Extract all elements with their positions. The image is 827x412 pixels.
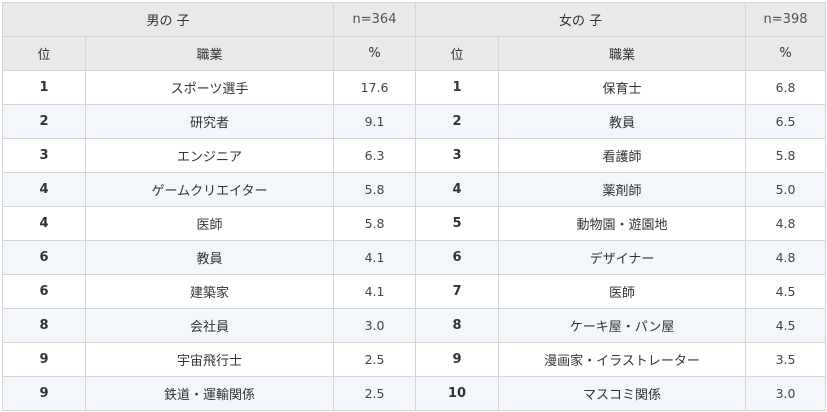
table-row: 8 会社員 3.0 8 ケーキ屋・パン屋 4.5 — [2, 308, 827, 343]
girls-job-cell: 動物園・遊園地 — [498, 206, 747, 241]
girls-rank-cell: 4 — [415, 172, 500, 207]
girls-pct-cell: 4.5 — [745, 274, 827, 309]
table-row: 6 建築家 4.1 7 医師 4.5 — [2, 274, 827, 309]
boys-pct-cell: 5.8 — [333, 172, 417, 207]
boys-job-header: 職業 — [84, 36, 335, 71]
boys-rank-cell: 8 — [2, 308, 86, 343]
boys-pct-cell: 5.8 — [333, 206, 417, 241]
boys-rank-cell: 9 — [2, 376, 86, 411]
boys-job-cell: スポーツ選手 — [84, 70, 335, 105]
table-row: 3 エンジニア 6.3 3 看護師 5.8 — [2, 138, 827, 173]
boys-pct-cell: 4.1 — [333, 240, 417, 275]
table-row: 2 研究者 9.1 2 教員 6.5 — [2, 104, 827, 139]
group-header-row: 男の 子 n=364 女の 子 n=398 — [1, 2, 827, 37]
girls-job-cell: 保育士 — [498, 70, 747, 105]
girls-job-cell: ケーキ屋・パン屋 — [498, 308, 747, 343]
girls-rank-cell: 6 — [415, 240, 500, 275]
ranking-table: 男の 子 n=364 女の 子 n=398 位 職業 % 位 職業 % 1 スポー… — [1, 2, 827, 411]
girls-sample-size: n=398 — [745, 2, 827, 37]
boys-rank-cell: 2 — [2, 104, 86, 139]
girls-job-cell: 看護師 — [498, 138, 747, 173]
girls-job-cell: 教員 — [498, 104, 747, 139]
table-row: 1 スポーツ選手 17.6 1 保育士 6.8 — [2, 70, 827, 105]
girls-rank-cell: 8 — [415, 308, 500, 343]
girls-rank-cell: 7 — [415, 274, 500, 309]
boys-pct-cell: 2.5 — [333, 342, 417, 377]
girls-job-cell: 医師 — [498, 274, 747, 309]
girls-rank-header: 位 — [415, 36, 500, 71]
boys-rank-cell: 4 — [2, 206, 86, 241]
boys-sample-size: n=364 — [333, 2, 417, 37]
boys-pct-header: % — [333, 36, 417, 71]
boys-pct-cell: 4.1 — [333, 274, 417, 309]
girls-pct-cell: 5.0 — [745, 172, 827, 207]
boys-rank-cell: 1 — [2, 70, 86, 105]
boys-job-cell: 医師 — [84, 206, 335, 241]
ranking-body: 1 スポーツ選手 17.6 1 保育士 6.8 2 研究者 9.1 2 教員 6.5 3 エンジニア 6.3… — [2, 70, 827, 411]
table-row: 9 鉄道・運輸関係 2.5 10 マスコミ関係 3.0 — [2, 376, 827, 411]
girls-job-cell: デザイナー — [498, 240, 747, 275]
boys-pct-cell: 6.3 — [333, 138, 417, 173]
girls-job-header: 職業 — [498, 36, 747, 71]
girls-pct-cell: 6.5 — [745, 104, 827, 139]
girls-job-cell: 漫画家・イラストレーター — [498, 342, 747, 377]
girls-rank-cell: 2 — [415, 104, 500, 139]
girls-header: 女の 子 — [415, 2, 747, 37]
boys-job-cell: エンジニア — [84, 138, 335, 173]
girls-rank-cell: 9 — [415, 342, 500, 377]
girls-pct-cell: 4.8 — [745, 240, 827, 275]
boys-rank-cell: 3 — [2, 138, 86, 173]
boys-rank-cell: 9 — [2, 342, 86, 377]
girls-rank-cell: 10 — [415, 376, 500, 411]
girls-rank-cell: 1 — [415, 70, 500, 105]
girls-rank-cell: 3 — [415, 138, 500, 173]
girls-pct-header: % — [745, 36, 827, 71]
boys-job-cell: 会社員 — [84, 308, 335, 343]
table-row: 4 ゲームクリエイター 5.8 4 薬剤師 5.0 — [2, 172, 827, 207]
girls-pct-cell: 3.5 — [745, 342, 827, 377]
girls-pct-cell: 5.8 — [745, 138, 827, 173]
boys-job-cell: 鉄道・運輸関係 — [84, 376, 335, 411]
boys-job-cell: 研究者 — [84, 104, 335, 139]
table-row: 4 医師 5.8 5 動物園・遊園地 4.8 — [2, 206, 827, 241]
boys-pct-cell: 9.1 — [333, 104, 417, 139]
table-row: 9 宇宙飛行士 2.5 9 漫画家・イラストレーター 3.5 — [2, 342, 827, 377]
boys-job-cell: 建築家 — [84, 274, 335, 309]
boys-rank-cell: 6 — [2, 240, 86, 275]
girls-rank-cell: 5 — [415, 206, 500, 241]
boys-pct-cell: 2.5 — [333, 376, 417, 411]
column-header-row: 位 職業 % 位 職業 % — [2, 36, 827, 71]
boys-rank-cell: 6 — [2, 274, 86, 309]
boys-job-cell: 宇宙飛行士 — [84, 342, 335, 377]
table-row: 6 教員 4.1 6 デザイナー 4.8 — [2, 240, 827, 275]
girls-job-cell: 薬剤師 — [498, 172, 747, 207]
boys-header: 男の 子 — [1, 2, 335, 37]
girls-pct-cell: 3.0 — [745, 376, 827, 411]
girls-job-cell: マスコミ関係 — [498, 376, 747, 411]
girls-pct-cell: 4.5 — [745, 308, 827, 343]
boys-job-cell: ゲームクリエイター — [84, 172, 335, 207]
girls-pct-cell: 4.8 — [745, 206, 827, 241]
boys-pct-cell: 17.6 — [333, 70, 417, 105]
boys-pct-cell: 3.0 — [333, 308, 417, 343]
boys-job-cell: 教員 — [84, 240, 335, 275]
boys-rank-cell: 4 — [2, 172, 86, 207]
girls-pct-cell: 6.8 — [745, 70, 827, 105]
boys-rank-header: 位 — [2, 36, 86, 71]
